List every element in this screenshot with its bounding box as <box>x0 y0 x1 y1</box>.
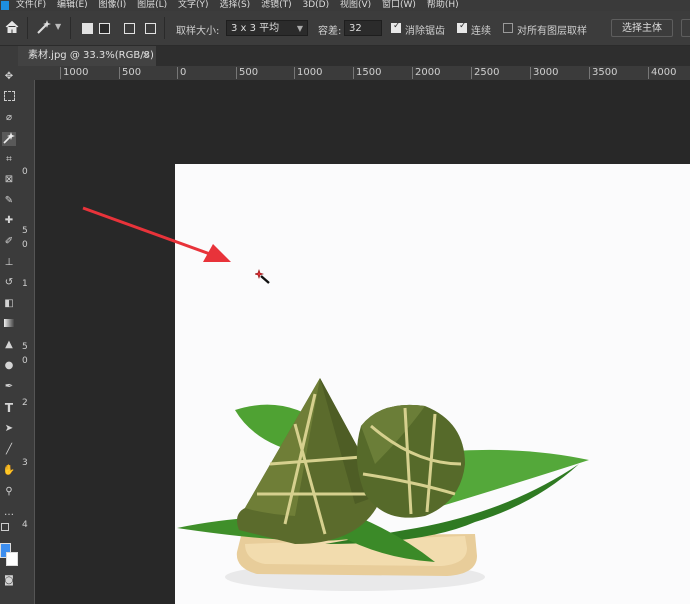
chevron-down-icon: ▼ <box>296 24 303 33</box>
quick-mask-icon[interactable]: ◙ <box>2 574 16 588</box>
gradient-tool-icon[interactable] <box>2 318 16 332</box>
document-tab-title: 素材.jpg @ 33.3%(RGB/8) <box>28 50 154 61</box>
history-brush-tool-icon[interactable]: ↺ <box>2 276 16 290</box>
marquee-tool-icon[interactable] <box>2 91 16 105</box>
tolerance-input[interactable]: 32 <box>344 20 382 36</box>
menu-image[interactable]: 图像(I) <box>99 0 127 11</box>
ruler-label: 3500 <box>589 67 617 79</box>
ruler-label: 4000 <box>648 67 676 79</box>
ruler-label: 5 <box>22 342 28 352</box>
menu-type[interactable]: 文字(Y) <box>178 0 209 11</box>
menu-view[interactable]: 视图(V) <box>340 0 371 11</box>
sample-size-label: 取样大小: <box>176 26 220 37</box>
magic-wand-tool-icon[interactable] <box>2 132 16 146</box>
contiguous-checkbox[interactable] <box>457 21 467 33</box>
vertical-ruler[interactable]: 0 5 0 1 5 0 2 3 4 <box>18 80 35 604</box>
intersect-selection-icon[interactable] <box>145 23 156 34</box>
select-and-mask-button-partial[interactable] <box>681 19 690 37</box>
home-icon[interactable] <box>5 20 19 34</box>
ruler-label: 2500 <box>471 67 499 79</box>
blur-tool-icon[interactable]: ▲ <box>2 338 16 352</box>
magic-wand-cursor-icon <box>255 269 270 284</box>
type-tool-icon[interactable]: T <box>2 401 16 415</box>
sample-size-value: 3 x 3 平均 <box>231 23 280 34</box>
document-tab-bar: 素材.jpg @ 33.3%(RGB/8) × <box>18 46 690 66</box>
contiguous-label: 连续 <box>471 26 491 37</box>
eraser-tool-icon[interactable]: ◧ <box>2 297 16 311</box>
move-tool-icon[interactable]: ✥ <box>2 70 16 84</box>
ruler-label: 4 <box>22 520 28 530</box>
photoshop-logo-icon[interactable] <box>1 1 9 10</box>
ruler-label: 3 <box>22 458 28 468</box>
brush-tool-icon[interactable]: ✐ <box>2 235 16 249</box>
subtract-from-selection-icon[interactable] <box>124 23 135 34</box>
close-icon[interactable]: × <box>142 46 150 66</box>
document-image[interactable] <box>175 164 690 604</box>
sample-size-select[interactable]: 3 x 3 平均 ▼ <box>226 20 308 36</box>
ruler-label: 0 <box>22 240 28 250</box>
anti-alias-label: 消除锯齿 <box>405 26 445 37</box>
menu-filter[interactable]: 滤镜(T) <box>261 0 292 11</box>
menu-select[interactable]: 选择(S) <box>219 0 250 11</box>
default-colors-icon[interactable] <box>1 523 9 531</box>
eyedropper-tool-icon[interactable]: ✎ <box>2 194 16 208</box>
tools-panel: ✥ ⌀ ⌗ ⊠ ✎ ✚ ✐ ⊥ ↺ ◧ ▲ ● ✒ T ➤ ╱ ✋ ⚲ … ◙ <box>0 46 18 604</box>
clone-stamp-tool-icon[interactable]: ⊥ <box>2 256 16 270</box>
new-selection-icon[interactable] <box>82 23 93 34</box>
frame-tool-icon[interactable]: ⊠ <box>2 173 16 187</box>
ruler-label: 3000 <box>530 67 558 79</box>
zoom-tool-icon[interactable]: ⚲ <box>2 485 16 499</box>
canvas-area[interactable] <box>35 80 690 604</box>
crop-tool-icon[interactable]: ⌗ <box>2 153 16 167</box>
lasso-tool-icon[interactable]: ⌀ <box>2 111 16 125</box>
ruler-origin[interactable] <box>18 66 36 81</box>
ruler-label: 0 <box>22 167 28 177</box>
more-tools-icon[interactable]: … <box>2 506 16 520</box>
menu-3d[interactable]: 3D(D) <box>302 0 329 11</box>
ruler-label: 1500 <box>353 67 381 79</box>
ruler-label: 2000 <box>412 67 440 79</box>
select-subject-button[interactable]: 选择主体 <box>611 19 673 37</box>
zongzi-photo <box>177 378 589 591</box>
ruler-label: 500 <box>236 67 258 79</box>
ruler-label: 2 <box>22 398 28 408</box>
red-annotation-arrow <box>82 206 231 262</box>
ruler-label: 5 <box>22 226 28 236</box>
line-tool-icon[interactable]: ╱ <box>2 443 16 457</box>
pen-tool-icon[interactable]: ✒ <box>2 380 16 394</box>
background-color-swatch[interactable] <box>6 552 18 566</box>
dodge-tool-icon[interactable]: ● <box>2 359 16 373</box>
menu-bar: 文件(F) 编辑(E) 图像(I) 图层(L) 文字(Y) 选择(S) 滤镜(T… <box>0 0 690 11</box>
menu-layer[interactable]: 图层(L) <box>137 0 167 11</box>
magic-wand-tool-preset-icon[interactable] <box>36 19 52 35</box>
ruler-label: 0 <box>177 67 186 79</box>
add-to-selection-icon[interactable] <box>99 23 110 34</box>
ruler-label: 1 <box>22 279 28 289</box>
sample-all-layers-checkbox[interactable] <box>503 23 513 33</box>
menu-window[interactable]: 窗口(W) <box>382 0 416 11</box>
chevron-down-icon[interactable]: ▼ <box>55 22 61 31</box>
ruler-label: 1000 <box>294 67 322 79</box>
horizontal-ruler[interactable]: 1000 500 0 500 1000 1500 2000 2500 3000 … <box>35 66 690 81</box>
ruler-label: 500 <box>119 67 141 79</box>
ruler-label: 0 <box>22 356 28 366</box>
anti-alias-checkbox[interactable] <box>391 21 401 33</box>
menu-file[interactable]: 文件(F) <box>16 0 46 11</box>
healing-brush-tool-icon[interactable]: ✚ <box>2 214 16 228</box>
sample-all-layers-label: 对所有图层取样 <box>517 26 587 37</box>
document-tab[interactable]: 素材.jpg @ 33.3%(RGB/8) × <box>18 46 156 66</box>
hand-tool-icon[interactable]: ✋ <box>2 464 16 478</box>
tolerance-label: 容差: <box>318 26 342 37</box>
ruler-label: 1000 <box>60 67 88 79</box>
menu-help[interactable]: 帮助(H) <box>427 0 459 11</box>
path-selection-tool-icon[interactable]: ➤ <box>2 422 16 436</box>
menu-edit[interactable]: 编辑(E) <box>57 0 88 11</box>
options-bar: ▼ 取样大小: 3 x 3 平均 ▼ 容差: 32 消除锯齿 连续 对所有图层取… <box>0 11 690 46</box>
